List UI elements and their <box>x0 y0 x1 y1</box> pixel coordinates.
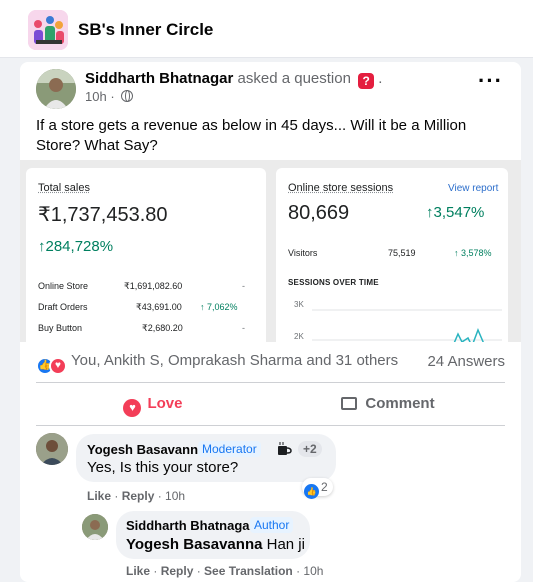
like-reaction-icon: 👍 <box>304 484 319 499</box>
question-icon: ? <box>358 73 375 89</box>
total-sales-growth: ↑284,728% <box>38 238 114 255</box>
divider <box>36 425 505 426</box>
visitors-label: Visitors <box>288 248 318 258</box>
comment-button-label: Comment <box>365 395 435 412</box>
row-label: Online Store <box>38 281 89 291</box>
comment-actions: Like · Reply · 10h <box>87 489 186 503</box>
row-growth: ↑ 7,062% <box>200 302 238 312</box>
group-header: SB's Inner Circle <box>0 0 533 58</box>
comment-icon <box>341 397 358 410</box>
reply-text: Yogesh Basavanna Han ji <box>126 536 305 553</box>
comment-button[interactable]: Comment <box>271 388 505 420</box>
visitors-value: 75,519 <box>388 248 416 258</box>
meta-separator: · <box>110 89 115 104</box>
sessions-panel: Online store sessions View report 80,669… <box>276 168 508 342</box>
reply-author[interactable]: Siddharth Bhatnagar <box>126 518 255 533</box>
row-value: ₹1,691,082.60 <box>124 281 183 291</box>
coffee-icon <box>278 442 292 455</box>
reply-author-avatar[interactable] <box>82 514 108 540</box>
author-avatar[interactable] <box>36 69 76 109</box>
reactions-summary[interactable]: 👍 ♥ You, Ankith S, Omprakash Sharma and 31… <box>36 352 398 375</box>
row-growth: - <box>242 323 245 333</box>
author-name[interactable]: Siddharth Bhatnagar <box>85 70 233 87</box>
chart-axis-label: 3K <box>294 300 304 309</box>
post-header-line: Siddharth Bhatnagar asked a question ? . <box>85 70 383 89</box>
total-sales-label: Total sales <box>38 182 90 194</box>
reply-like-link[interactable]: Like <box>126 564 150 578</box>
reply-text-body: Han ji <box>266 536 305 553</box>
love-button-label: Love <box>147 395 183 412</box>
sessions-sparkline <box>312 309 502 342</box>
love-button[interactable]: ♥ Love <box>36 388 270 420</box>
sessions-chart-title: SESSIONS OVER TIME <box>288 278 379 287</box>
reactions-text: You, Ankith S, Omprakash Sharma and 31 o… <box>71 352 399 369</box>
group-name[interactable]: SB's Inner Circle <box>78 20 213 40</box>
group-avatar[interactable] <box>28 10 68 50</box>
total-sales-value: ₹1,737,453.80 <box>38 204 168 226</box>
post-card: Siddharth Bhatnagar asked a question ? .… <box>20 62 521 582</box>
reply-mention[interactable]: Yogesh Basavanna <box>126 536 262 553</box>
comment-author[interactable]: Yogesh Basavanna <box>87 442 205 457</box>
comment-text: Yes, Is this your store? <box>87 459 239 476</box>
moderator-badge: Moderator <box>198 441 261 457</box>
heart-icon: ♥ <box>123 399 142 417</box>
row-value: ₹2,680.20 <box>142 323 183 333</box>
comment-time[interactable]: 10h <box>165 489 185 503</box>
sessions-label: Online store sessions <box>288 182 394 194</box>
chart-axis-label: 2K <box>294 332 304 341</box>
divider <box>36 382 505 383</box>
post-time[interactable]: 10h <box>85 89 107 104</box>
sessions-value: 80,669 <box>288 202 350 224</box>
reply-actions: Like · Reply · See Translation · 10h <box>126 564 324 578</box>
row-value: ₹43,691.00 <box>136 302 182 312</box>
sessions-growth: ↑3,547% <box>426 204 485 221</box>
reply-reply-link[interactable]: Reply <box>161 564 194 578</box>
row-growth: - <box>242 281 245 291</box>
commenter-avatar[interactable] <box>36 433 68 465</box>
reply-time[interactable]: 10h <box>303 564 323 578</box>
privacy-globe-icon[interactable] <box>121 90 134 102</box>
post-body-text: If a store gets a revenue as below in 45… <box>36 117 467 154</box>
total-sales-panel: Total sales ₹1,737,453.80 ↑284,728% Onli… <box>26 168 266 342</box>
author-badge: Author <box>250 517 294 533</box>
more-options-icon[interactable]: ··· <box>478 68 503 94</box>
extra-badges-count[interactable]: +2 <box>298 441 322 457</box>
row-label: Buy Button <box>38 323 83 333</box>
comment-like-link[interactable]: Like <box>87 489 111 503</box>
post-action-text: asked a question <box>237 70 351 87</box>
see-translation-link[interactable]: See Translation <box>204 564 293 578</box>
love-reaction-icon: ♥ <box>49 357 67 375</box>
post-meta: 10h · <box>85 89 134 104</box>
view-report-link[interactable]: View report <box>448 183 498 194</box>
answers-count[interactable]: 24 Answers <box>427 353 505 370</box>
analytics-image[interactable]: Total sales ₹1,737,453.80 ↑284,728% Onli… <box>20 160 521 342</box>
visitors-growth: ↑ 3,578% <box>454 248 492 258</box>
row-label: Draft Orders <box>38 302 88 312</box>
comment-reply-link[interactable]: Reply <box>122 489 155 503</box>
comment-like-count[interactable]: 👍 2 <box>302 478 333 499</box>
